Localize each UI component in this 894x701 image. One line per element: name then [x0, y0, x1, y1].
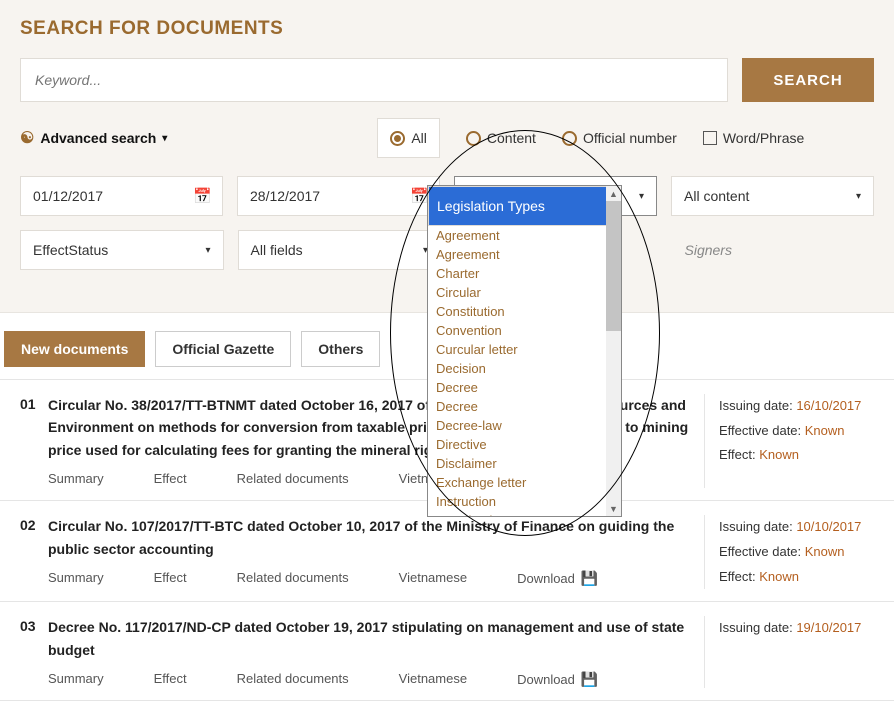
checkbox-wordphrase[interactable]: Word/Phrase: [703, 130, 804, 146]
dropdown-option[interactable]: Disclaimer: [428, 454, 621, 473]
dropdown-option[interactable]: Agreement: [428, 245, 621, 264]
link-related[interactable]: Related documents: [237, 471, 349, 488]
keyword-row: SEARCH: [20, 58, 874, 102]
keyword-input[interactable]: [20, 58, 728, 102]
item-meta: Issuing date: 16/10/2017Effective date: …: [704, 394, 874, 488]
calendar-icon: 📅: [193, 187, 212, 205]
link-related[interactable]: Related documents: [237, 671, 349, 688]
dropdown-option[interactable]: Decree-law: [428, 416, 621, 435]
scrollbar-thumb[interactable]: [606, 201, 621, 331]
legislation-types-dropdown: Legislation TypesAgreementAgreementChart…: [427, 185, 622, 517]
all-content-select[interactable]: All content▾: [671, 176, 874, 216]
item-number: 01: [20, 394, 48, 488]
chevron-down-icon: ▾: [639, 191, 644, 202]
filter-icon: ☯: [20, 128, 34, 148]
dropdown-option[interactable]: Legislation Types: [428, 186, 621, 226]
dropdown-option[interactable]: Directive: [428, 435, 621, 454]
radio-content[interactable]: Content: [466, 130, 536, 146]
link-vietnamese[interactable]: Vietnamese: [399, 671, 467, 688]
link-download[interactable]: Download 💾: [517, 570, 598, 587]
link-effect[interactable]: Effect: [154, 471, 187, 488]
effective-date: Effective date: Known: [719, 540, 874, 565]
search-button[interactable]: SEARCH: [742, 58, 874, 102]
dropdown-option[interactable]: Instruction: [428, 492, 621, 511]
advanced-search-label: Advanced search: [40, 130, 156, 146]
scrollbar-track[interactable]: ▲ ▼: [606, 186, 621, 516]
radio-icon: [562, 131, 577, 146]
dropdown-option[interactable]: Curcular letter: [428, 340, 621, 359]
page-title: SEARCH FOR DOCUMENTS: [20, 18, 874, 40]
item-body: Circular No. 107/2017/TT-BTC dated Octob…: [48, 515, 704, 589]
effective-date: Effective date: Known: [719, 419, 874, 444]
dropdown-option[interactable]: Agreement: [428, 226, 621, 245]
dropdown-option[interactable]: Decision: [428, 359, 621, 378]
dropdown-list[interactable]: Legislation TypesAgreementAgreementChart…: [428, 186, 621, 516]
tab-others[interactable]: Others: [301, 331, 380, 367]
effect-status-select[interactable]: EffectStatus▾: [20, 230, 224, 270]
link-effect[interactable]: Effect: [154, 570, 187, 587]
effect-status: Effect: Known: [719, 565, 874, 590]
date-to-input[interactable]: 28/12/2017📅: [237, 176, 440, 216]
radio-icon: [390, 131, 405, 146]
advanced-search-toggle[interactable]: ☯ Advanced search ▾: [20, 128, 167, 148]
chevron-down-icon: ▾: [856, 191, 861, 202]
dropdown-option[interactable]: Charter: [428, 264, 621, 283]
scroll-up-icon[interactable]: ▲: [606, 186, 621, 201]
item-number: 02: [20, 515, 48, 589]
tab-new-documents[interactable]: New documents: [4, 331, 145, 367]
link-summary[interactable]: Summary: [48, 570, 104, 587]
link-effect[interactable]: Effect: [154, 671, 187, 688]
dropdown-option[interactable]: Exchange letter: [428, 473, 621, 492]
chevron-down-icon: ▾: [205, 245, 210, 256]
all-fields-select[interactable]: All fields▾: [238, 230, 442, 270]
download-icon: 💾: [581, 570, 598, 587]
item-meta: Issuing date: 19/10/2017: [704, 616, 874, 688]
options-row: ☯ Advanced search ▾ All Content Official…: [20, 118, 874, 158]
document-title[interactable]: Decree No. 117/2017/ND-CP dated October …: [48, 616, 690, 661]
item-links: Summary Effect Related documents Vietnamese…: [48, 671, 690, 688]
signers-select[interactable]: Signers: [673, 230, 875, 270]
caret-down-icon: ▾: [162, 133, 167, 144]
link-related[interactable]: Related documents: [237, 570, 349, 587]
issuing-date: Issuing date: 19/10/2017: [719, 616, 874, 641]
dropdown-option[interactable]: Decree: [428, 397, 621, 416]
item-body: Decree No. 117/2017/ND-CP dated October …: [48, 616, 704, 688]
dropdown-option[interactable]: Constitution: [428, 302, 621, 321]
issuing-date: Issuing date: 16/10/2017: [719, 394, 874, 419]
dropdown-option[interactable]: Intention letter: [428, 511, 621, 516]
dropdown-option[interactable]: Convention: [428, 321, 621, 340]
link-summary[interactable]: Summary: [48, 471, 104, 488]
checkbox-icon: [703, 131, 717, 145]
issuing-date: Issuing date: 10/10/2017: [719, 515, 874, 540]
radio-official[interactable]: Official number: [562, 130, 677, 146]
document-title[interactable]: Circular No. 107/2017/TT-BTC dated Octob…: [48, 515, 690, 560]
effect-status: Effect: Known: [719, 443, 874, 468]
document-item: 03Decree No. 117/2017/ND-CP dated Octobe…: [0, 602, 894, 701]
item-links: Summary Effect Related documents Vietnamese…: [48, 570, 690, 587]
scroll-down-icon[interactable]: ▼: [606, 501, 621, 516]
radio-all[interactable]: All: [377, 118, 440, 158]
dropdown-option[interactable]: Circular: [428, 283, 621, 302]
item-number: 03: [20, 616, 48, 688]
item-meta: Issuing date: 10/10/2017Effective date: …: [704, 515, 874, 589]
download-icon: 💾: [581, 671, 598, 688]
date-from-input[interactable]: 01/12/2017📅: [20, 176, 223, 216]
link-download[interactable]: Download 💾: [517, 671, 598, 688]
dropdown-option[interactable]: Decree: [428, 378, 621, 397]
radio-icon: [466, 131, 481, 146]
link-summary[interactable]: Summary: [48, 671, 104, 688]
scope-radios: All Content Official number Word/Phrase: [377, 118, 804, 158]
tab-official-gazette[interactable]: Official Gazette: [155, 331, 291, 367]
link-vietnamese[interactable]: Vietnamese: [399, 570, 467, 587]
